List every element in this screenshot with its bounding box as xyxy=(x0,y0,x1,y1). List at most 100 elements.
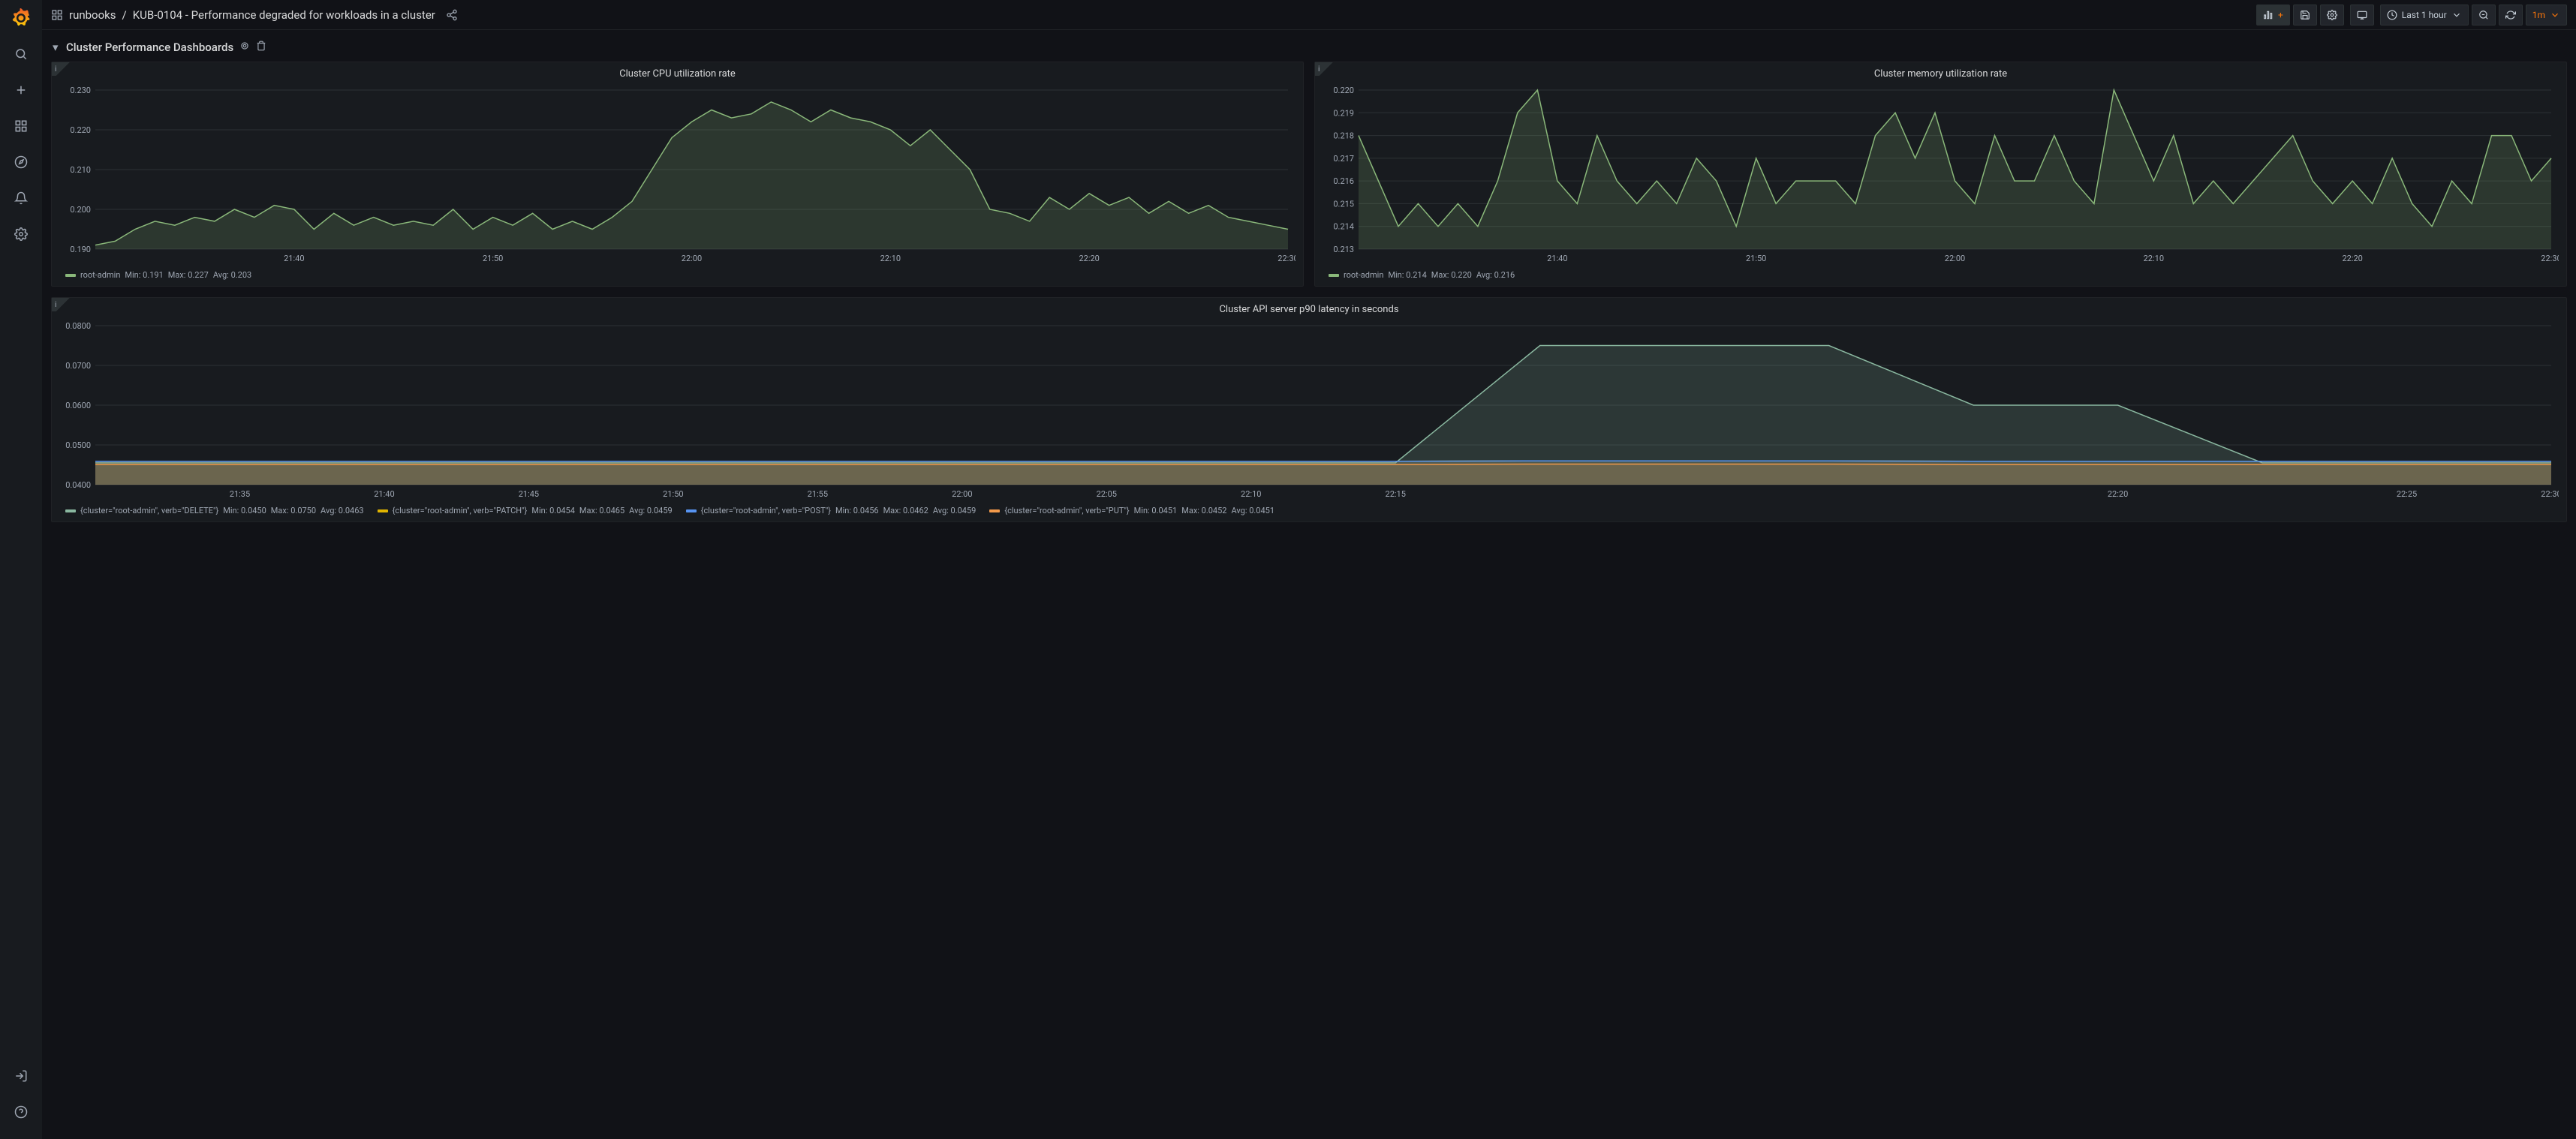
share-icon[interactable] xyxy=(446,9,458,21)
legend-item[interactable]: {cluster="root-admin", verb="PATCH"} Min… xyxy=(378,506,673,515)
svg-text:0.0600: 0.0600 xyxy=(65,401,91,410)
sidebar xyxy=(0,0,42,1139)
panel-title: Cluster memory utilization rate xyxy=(1315,62,2566,83)
plus-icon[interactable] xyxy=(9,78,33,102)
svg-text:21:50: 21:50 xyxy=(663,489,683,499)
svg-text:0.220: 0.220 xyxy=(1333,86,1354,95)
svg-text:0.0800: 0.0800 xyxy=(65,321,91,331)
breadcrumb-title[interactable]: KUB-0104 - Performance degraded for work… xyxy=(133,8,435,22)
refresh-interval-picker[interactable]: 1m xyxy=(2526,5,2567,26)
dashboard-grid-icon xyxy=(51,9,63,21)
legend-min: Min: 0.0450 xyxy=(223,506,266,515)
svg-text:22:30: 22:30 xyxy=(2541,489,2559,499)
row-delete-icon[interactable] xyxy=(256,41,266,54)
svg-text:22:00: 22:00 xyxy=(682,254,702,263)
svg-text:0.218: 0.218 xyxy=(1333,131,1354,141)
svg-text:22:10: 22:10 xyxy=(1241,489,1261,499)
legend-name: root-admin xyxy=(80,270,120,280)
explore-icon[interactable] xyxy=(9,150,33,174)
breadcrumb-sep: / xyxy=(122,8,127,22)
legend-swatch xyxy=(65,509,76,512)
svg-text:21:55: 21:55 xyxy=(808,489,828,499)
panel-menu-icon[interactable]: i xyxy=(55,65,56,74)
svg-text:22:00: 22:00 xyxy=(1945,254,1965,263)
legend-item[interactable]: {cluster="root-admin", verb="PUT"} Min: … xyxy=(989,506,1274,515)
refresh-button[interactable] xyxy=(2499,5,2523,26)
legend-max: Max: 0.220 xyxy=(1431,270,1472,280)
panel-title: Cluster CPU utilization rate xyxy=(52,62,1303,83)
legend-avg: Avg: 0.0459 xyxy=(629,506,673,515)
svg-text:0.219: 0.219 xyxy=(1333,108,1354,118)
legend-max: Max: 0.0462 xyxy=(883,506,928,515)
svg-text:22:10: 22:10 xyxy=(880,254,901,263)
svg-text:21:40: 21:40 xyxy=(1547,254,1567,263)
legend-min: Min: 0.191 xyxy=(125,270,163,280)
svg-text:22:05: 22:05 xyxy=(1097,489,1117,499)
legend-max: Max: 0.0452 xyxy=(1181,506,1226,515)
legend-min: Min: 0.0451 xyxy=(1134,506,1178,515)
help-icon[interactable] xyxy=(9,1100,33,1124)
svg-text:0.214: 0.214 xyxy=(1333,222,1354,232)
legend-item[interactable]: root-admin Min: 0.191 Max: 0.227 Avg: 0.… xyxy=(65,270,251,280)
panel-title: Cluster API server p90 latency in second… xyxy=(52,298,2566,318)
svg-text:0.216: 0.216 xyxy=(1333,176,1354,186)
svg-text:22:10: 22:10 xyxy=(2144,254,2164,263)
topbar: runbooks / KUB-0104 - Performance degrad… xyxy=(42,0,2576,30)
legend-name: {cluster="root-admin", verb="PATCH"} xyxy=(393,506,528,515)
dashboard-settings-button[interactable] xyxy=(2320,5,2344,26)
svg-text:0.190: 0.190 xyxy=(70,245,91,254)
panel-api-latency[interactable]: i Cluster API server p90 latency in seco… xyxy=(51,297,2567,522)
row-settings-icon[interactable] xyxy=(239,41,250,54)
legend-avg: Avg: 0.0459 xyxy=(933,506,977,515)
add-panel-button[interactable]: + xyxy=(2256,5,2290,26)
svg-text:0.0700: 0.0700 xyxy=(65,361,91,371)
svg-text:0.220: 0.220 xyxy=(70,125,91,135)
svg-text:0.217: 0.217 xyxy=(1333,154,1354,164)
svg-text:21:40: 21:40 xyxy=(284,254,304,263)
chevron-down-icon: ▾ xyxy=(53,41,60,54)
refresh-interval-label: 1m xyxy=(2532,10,2545,20)
panel-menu-icon[interactable]: i xyxy=(55,301,56,309)
search-icon[interactable] xyxy=(9,42,33,66)
svg-text:21:50: 21:50 xyxy=(1746,254,1766,263)
panel-menu-icon[interactable]: i xyxy=(1318,65,1320,74)
legend-swatch xyxy=(65,274,76,277)
svg-text:22:15: 22:15 xyxy=(1386,489,1406,499)
signin-icon[interactable] xyxy=(9,1064,33,1088)
svg-text:0.215: 0.215 xyxy=(1333,199,1354,209)
legend-item[interactable]: {cluster="root-admin", verb="POST"} Min:… xyxy=(686,506,977,515)
grafana-logo[interactable] xyxy=(9,6,33,30)
breadcrumb-folder[interactable]: runbooks xyxy=(69,8,116,22)
alerting-icon[interactable] xyxy=(9,186,33,210)
panel-memory[interactable]: i Cluster memory utilization rate 0.2130… xyxy=(1314,62,2567,287)
svg-text:0.0500: 0.0500 xyxy=(65,440,91,450)
legend-max: Max: 0.0750 xyxy=(271,506,316,515)
chevron-down-icon xyxy=(2451,10,2462,20)
legend-max: Max: 0.227 xyxy=(168,270,209,280)
chevron-down-icon xyxy=(2550,10,2560,20)
time-range-picker[interactable]: Last 1 hour xyxy=(2380,5,2469,26)
row-header[interactable]: ▾ Cluster Performance Dashboards xyxy=(51,36,2567,62)
panel-cpu[interactable]: i Cluster CPU utilization rate 0.190 0.20… xyxy=(51,62,1304,287)
svg-text:0.200: 0.200 xyxy=(70,205,91,215)
legend-min: Min: 0.0454 xyxy=(531,506,575,515)
legend-item[interactable]: {cluster="root-admin", verb="DELETE"} Mi… xyxy=(65,506,364,515)
svg-text:21:50: 21:50 xyxy=(483,254,503,263)
legend-swatch xyxy=(989,509,1000,512)
legend-min: Min: 0.0456 xyxy=(835,506,879,515)
legend-swatch xyxy=(686,509,697,512)
legend-swatch xyxy=(1329,274,1339,277)
legend-item[interactable]: root-admin Min: 0.214 Max: 0.220 Avg: 0.… xyxy=(1329,270,1515,280)
save-dashboard-button[interactable] xyxy=(2293,5,2317,26)
legend-swatch xyxy=(378,509,388,512)
legend-max: Max: 0.0465 xyxy=(579,506,624,515)
svg-text:21:35: 21:35 xyxy=(230,489,250,499)
svg-text:0.0400: 0.0400 xyxy=(65,480,91,490)
svg-text:22:30: 22:30 xyxy=(1277,254,1296,263)
dashboards-icon[interactable] xyxy=(9,114,33,138)
breadcrumb: runbooks / KUB-0104 - Performance degrad… xyxy=(51,8,458,22)
configuration-icon[interactable] xyxy=(9,222,33,246)
zoom-out-button[interactable] xyxy=(2472,5,2496,26)
svg-text:22:25: 22:25 xyxy=(2397,489,2417,499)
cycle-view-button[interactable] xyxy=(2350,5,2374,26)
